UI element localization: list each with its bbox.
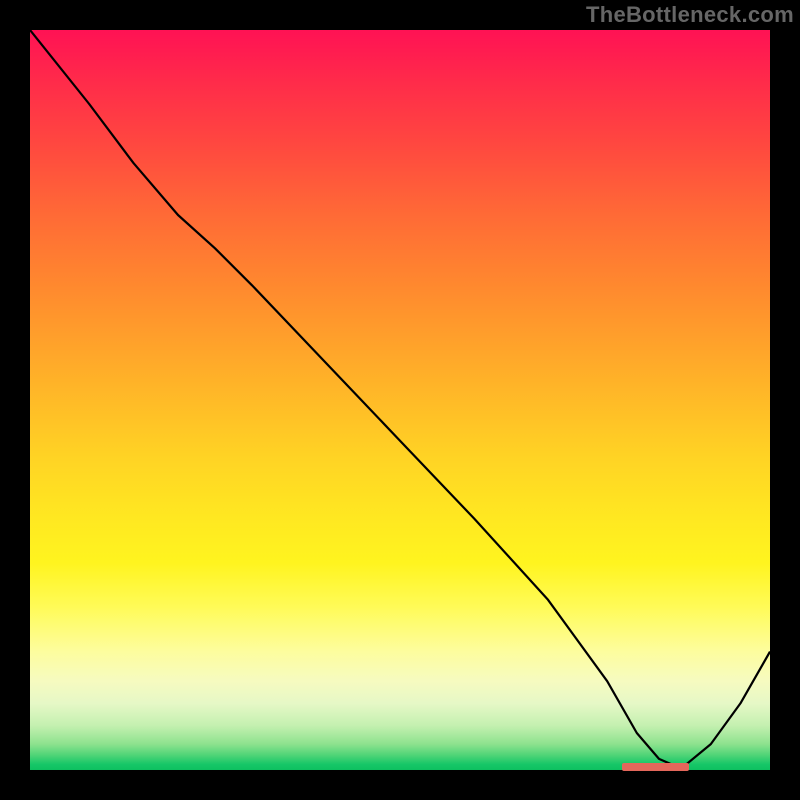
optimal-marker (622, 763, 689, 771)
curve-layer (30, 30, 770, 770)
chart-stage: TheBottleneck.com (0, 0, 800, 800)
bottleneck-curve (30, 30, 770, 769)
plot-area (30, 30, 770, 770)
watermark-text: TheBottleneck.com (586, 2, 794, 28)
